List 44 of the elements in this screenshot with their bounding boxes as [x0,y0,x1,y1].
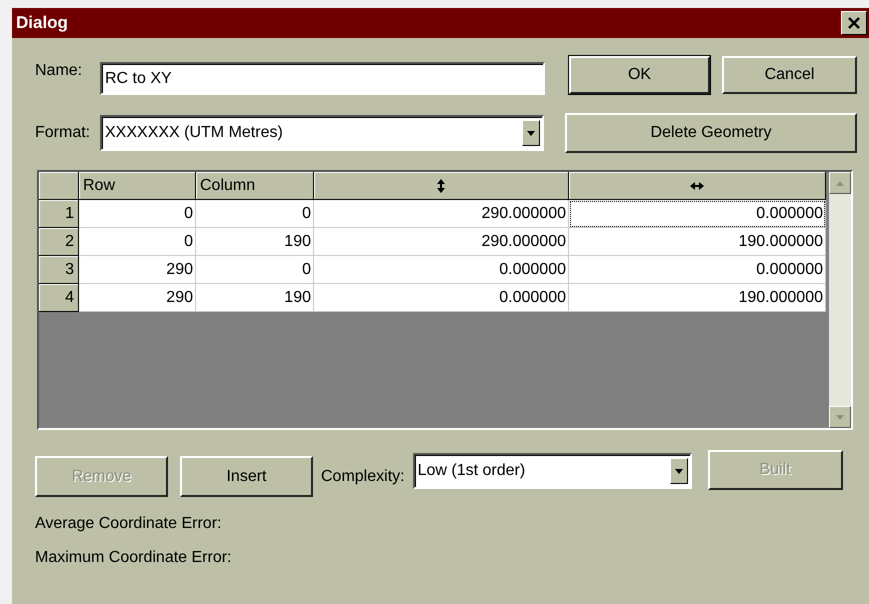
table-cell[interactable]: 190.000000 [569,284,826,312]
scroll-down-icon[interactable] [829,406,851,428]
table-cell[interactable]: 290 [79,284,196,312]
table-cell[interactable]: 0.000000 [569,256,826,284]
row-number[interactable]: 3 [39,256,79,284]
complexity-dropdown[interactable]: Low (1st order) [412,453,692,489]
horizontal-arrows-icon [690,182,704,190]
cancel-button[interactable]: Cancel [722,56,857,94]
row-number[interactable]: 1 [39,200,79,228]
column-header[interactable] [569,172,826,200]
stat-label: Average Coordinate Error: [35,515,222,533]
stat-label: Maximum Coordinate Error: [35,549,232,567]
insert-button[interactable]: Insert [180,456,313,497]
scrollbar[interactable] [829,172,851,428]
name-field[interactable]: RC to XY [100,62,545,95]
table-cell[interactable]: 290.000000 [314,228,569,256]
row-number[interactable]: 2 [39,228,79,256]
window-title: Dialog [16,13,68,33]
table-cell[interactable]: 0 [196,256,314,284]
column-header[interactable]: Column [196,172,314,200]
column-header[interactable] [314,172,569,200]
table-cell[interactable]: 190.000000 [569,228,826,256]
table-cell[interactable]: 0.000000 [314,284,569,312]
format-dropdown[interactable]: XXXXXXX (UTM Metres) [100,115,544,151]
corner-header[interactable] [39,172,79,200]
row-number[interactable]: 4 [39,284,79,312]
table-cell[interactable]: 0 [79,200,196,228]
table-cell[interactable]: 290.000000 [314,200,569,228]
name-label: Name: [35,62,84,80]
vertical-arrows-icon [437,178,445,192]
table-cell[interactable]: 0.000000 [314,256,569,284]
close-icon[interactable] [841,11,867,35]
column-header[interactable]: Row [79,172,196,200]
delete-geometry-button[interactable]: Delete Geometry [565,113,857,153]
table-cell[interactable]: 0.000000 [569,200,826,228]
scroll-up-icon[interactable] [829,172,851,194]
table-cell[interactable]: 290 [79,256,196,284]
ok-button[interactable]: OK [569,56,710,94]
table-cell[interactable]: 190 [196,228,314,256]
table-cell[interactable]: 190 [196,284,314,312]
complexity-label: Complexity: [321,468,405,486]
table-cell[interactable]: 0 [196,200,314,228]
table-cell[interactable]: 0 [79,228,196,256]
format-label: Format: [35,124,92,142]
